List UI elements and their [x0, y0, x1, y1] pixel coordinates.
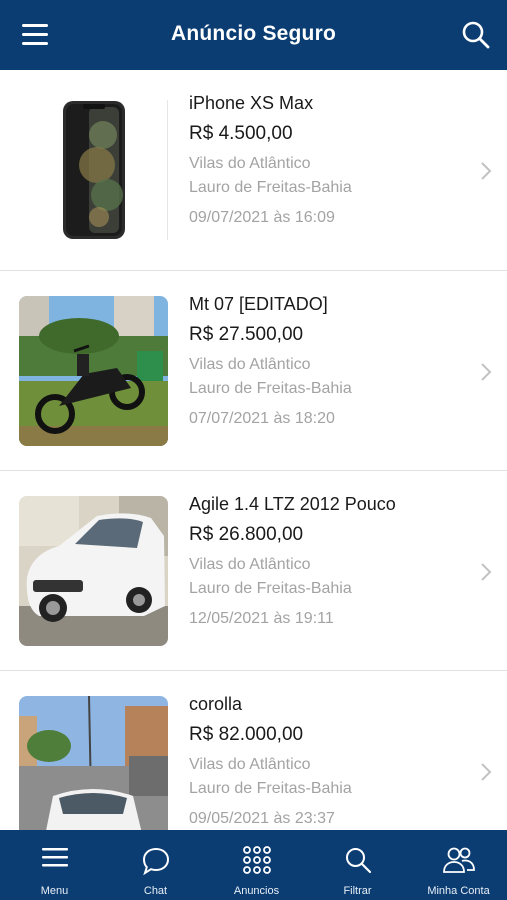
listing-list: iPhone XS Max R$ 4.500,00 Vilas do Atlân… [0, 70, 507, 830]
listing-city: Lauro de Freitas-Bahia [189, 580, 352, 597]
listing-info: corolla R$ 82.000,00 Vilas do Atlântico … [189, 691, 467, 830]
listing-photo-corolla [19, 696, 168, 830]
tab-label: Anuncios [233, 885, 280, 897]
listing-neighborhood: Vilas do Atlântico [189, 556, 311, 573]
listing-item[interactable]: corolla R$ 82.000,00 Vilas do Atlântico … [0, 671, 507, 830]
tab-label: Minha Conta [427, 885, 490, 897]
listing-title: corolla [189, 694, 243, 714]
listing-price: R$ 82.000,00 [189, 724, 304, 745]
listing-neighborhood: Vilas do Atlântico [189, 155, 311, 172]
tab-menu[interactable]: Menu [4, 830, 105, 900]
listing-price: R$ 26.800,00 [189, 524, 304, 545]
listing-title: Agile 1.4 LTZ 2012 Pouco [189, 494, 396, 514]
chevron-right-icon [481, 763, 492, 781]
listing-price: R$ 4.500,00 [189, 123, 293, 144]
listing-city: Lauro de Freitas-Bahia [189, 780, 352, 797]
listing-date: 12/05/2021 às 19:11 [189, 610, 334, 627]
bottom-tab-bar: Menu Chat Anuncios Filtrar Minha Conta [0, 830, 507, 900]
listing-date: 07/07/2021 às 18:20 [189, 410, 335, 427]
tab-filtrar[interactable]: Filtrar [307, 830, 408, 900]
tab-label: Filtrar [343, 885, 372, 897]
grid-dots-icon [242, 846, 271, 874]
listing-info: Agile 1.4 LTZ 2012 Pouco R$ 26.800,00 Vi… [189, 491, 467, 631]
listing-city: Lauro de Freitas-Bahia [189, 179, 352, 196]
search-button[interactable] [461, 20, 491, 50]
listing-item[interactable]: Agile 1.4 LTZ 2012 Pouco R$ 26.800,00 Vi… [0, 471, 507, 671]
listing-info: Mt 07 [EDITADO] R$ 27.500,00 Vilas do At… [189, 291, 467, 431]
tab-minha-conta[interactable]: Minha Conta [408, 830, 507, 900]
tab-label: Chat [143, 885, 168, 897]
listing-item[interactable]: iPhone XS Max R$ 4.500,00 Vilas do Atlân… [0, 70, 507, 271]
listing-price: R$ 27.500,00 [189, 324, 304, 345]
users-icon [442, 847, 475, 873]
chevron-right-icon [481, 563, 492, 581]
listing-date: 09/05/2021 às 23:37 [189, 810, 335, 827]
listing-date: 09/07/2021 às 16:09 [189, 209, 335, 226]
listing-title: Mt 07 [EDITADO] [189, 294, 328, 314]
chat-bubble-icon [142, 847, 169, 876]
top-app-bar: Anúncio Seguro [0, 0, 507, 70]
listing-neighborhood: Vilas do Atlântico [189, 356, 311, 373]
search-icon [462, 21, 490, 49]
listing-photo-agile [19, 496, 168, 646]
listing-photo-iphone [19, 95, 168, 245]
listing-neighborhood: Vilas do Atlântico [189, 756, 311, 773]
page-title: Anúncio Seguro [171, 22, 336, 45]
tab-chat[interactable]: Chat [105, 830, 206, 900]
tab-anuncios[interactable]: Anuncios [206, 830, 307, 900]
listing-photo-motorcycle [19, 296, 168, 446]
hamburger-icon [41, 848, 68, 867]
chevron-right-icon [481, 363, 492, 381]
chevron-right-icon [481, 162, 492, 180]
photo-divider [167, 100, 168, 240]
search-icon [345, 848, 371, 874]
listing-info: iPhone XS Max R$ 4.500,00 Vilas do Atlân… [189, 90, 467, 230]
listing-item[interactable]: Mt 07 [EDITADO] R$ 27.500,00 Vilas do At… [0, 271, 507, 471]
listing-city: Lauro de Freitas-Bahia [189, 380, 352, 397]
tab-label: Menu [40, 885, 69, 897]
listing-title: iPhone XS Max [189, 93, 314, 113]
